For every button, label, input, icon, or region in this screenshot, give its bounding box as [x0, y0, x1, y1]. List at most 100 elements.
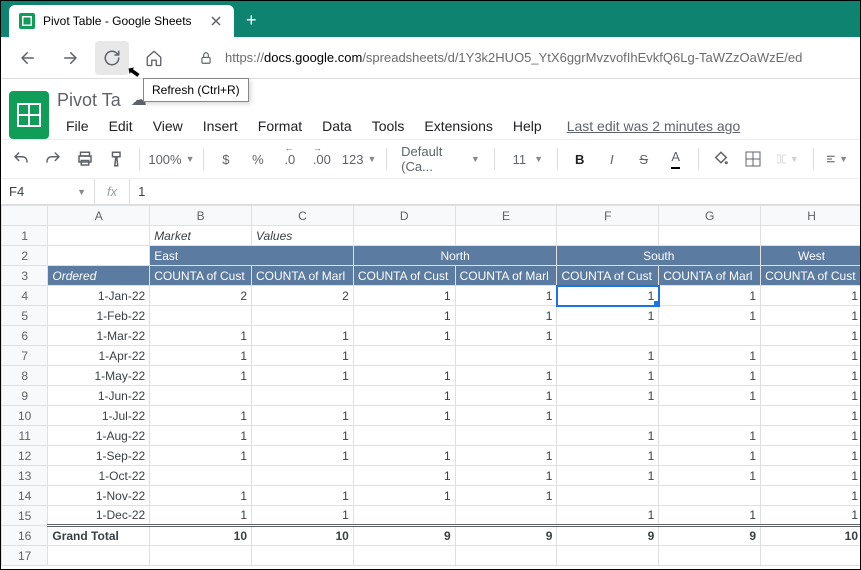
cell[interactable] [761, 546, 860, 566]
cell[interactable] [659, 226, 761, 246]
borders-button[interactable] [739, 145, 767, 173]
decrease-decimal[interactable]: ←.0 [276, 145, 304, 173]
strike-button[interactable]: S [630, 145, 658, 173]
align-button[interactable]: ▼ [821, 145, 854, 173]
cell[interactable]: 2 [150, 286, 252, 306]
cell[interactable] [557, 326, 659, 346]
cell[interactable]: 1 [353, 406, 455, 426]
cell[interactable]: 1 [659, 306, 761, 326]
cell[interactable]: 1 [761, 406, 860, 426]
menu-file[interactable]: File [57, 116, 98, 136]
cell[interactable]: 1 [557, 446, 659, 466]
cell[interactable]: 1 [761, 366, 860, 386]
cell[interactable]: 1 [150, 506, 252, 526]
cell[interactable]: 1 [455, 446, 557, 466]
paint-format-button[interactable] [103, 145, 131, 173]
cell[interactable]: 1 [557, 386, 659, 406]
cell[interactable]: 1 [150, 486, 252, 506]
cell[interactable]: 1 [353, 446, 455, 466]
cell[interactable] [455, 546, 557, 566]
cell[interactable]: 1 [252, 446, 354, 466]
zoom-select[interactable]: 100%▼ [148, 145, 195, 173]
cell[interactable]: 1 [761, 286, 860, 306]
cell[interactable]: 1 [761, 306, 860, 326]
format-percent[interactable]: % [244, 145, 272, 173]
cell[interactable]: Market [150, 226, 252, 246]
cell[interactable]: 1 [659, 446, 761, 466]
cell[interactable]: 1 [761, 426, 860, 446]
format-currency[interactable]: $ [212, 145, 240, 173]
cell[interactable]: 1 [557, 466, 659, 486]
merge-button[interactable]: ▼ [771, 145, 805, 173]
cell[interactable]: 1 [761, 486, 860, 506]
pivot-value-header[interactable]: COUNTA of Marl [455, 266, 557, 286]
cell[interactable]: 1-Apr-22 [48, 346, 150, 366]
row-header[interactable]: 8 [2, 366, 48, 386]
cell[interactable]: 1 [761, 466, 860, 486]
cell[interactable] [252, 386, 354, 406]
cell[interactable]: 1 [252, 406, 354, 426]
cell[interactable]: 1 [761, 506, 860, 526]
cell[interactable]: 1 [659, 386, 761, 406]
cell[interactable]: 1 [659, 466, 761, 486]
sheets-logo[interactable] [9, 91, 49, 139]
row-header[interactable]: 15 [2, 506, 48, 526]
cell[interactable]: 1 [557, 506, 659, 526]
cell[interactable]: 1 [353, 466, 455, 486]
cell[interactable]: 1 [150, 446, 252, 466]
row-header[interactable]: 13 [2, 466, 48, 486]
row-header[interactable]: 6 [2, 326, 48, 346]
row-header[interactable]: 11 [2, 426, 48, 446]
cell[interactable] [557, 406, 659, 426]
cell[interactable]: 1 [252, 426, 354, 446]
menu-data[interactable]: Data [313, 116, 361, 136]
undo-button[interactable] [7, 145, 35, 173]
back-button[interactable] [11, 41, 45, 75]
menu-insert[interactable]: Insert [194, 116, 247, 136]
cell[interactable]: 9 [353, 526, 455, 546]
cell[interactable]: 1-Aug-22 [48, 426, 150, 446]
col-header[interactable]: C [252, 206, 354, 226]
doc-title[interactable]: Pivot Ta [57, 90, 121, 111]
pivot-ordered-header[interactable]: Ordered [48, 266, 150, 286]
menu-format[interactable]: Format [249, 116, 311, 136]
cell[interactable]: 1-Oct-22 [48, 466, 150, 486]
italic-button[interactable]: I [598, 145, 626, 173]
cell[interactable]: 1 [761, 326, 860, 346]
menu-edit[interactable]: Edit [100, 116, 142, 136]
font-size-select[interactable]: 11▼ [503, 145, 549, 173]
cell[interactable]: 1 [252, 326, 354, 346]
cell[interactable]: Values [252, 226, 354, 246]
cell[interactable] [353, 346, 455, 366]
cell[interactable] [252, 306, 354, 326]
browser-tab[interactable]: Pivot Table - Google Sheets [9, 5, 234, 37]
cell[interactable] [150, 386, 252, 406]
cell[interactable] [353, 226, 455, 246]
col-header[interactable]: B [150, 206, 252, 226]
home-button[interactable] [137, 41, 171, 75]
cell[interactable]: 1 [252, 366, 354, 386]
grand-total-label[interactable]: Grand Total [48, 526, 150, 546]
redo-button[interactable] [39, 145, 67, 173]
cell[interactable]: 1-Mar-22 [48, 326, 150, 346]
cell[interactable] [252, 466, 354, 486]
pivot-value-header[interactable]: COUNTA of Marl [659, 266, 761, 286]
cell-reference[interactable]: F4▼ [1, 179, 95, 204]
cell[interactable] [557, 486, 659, 506]
pivot-value-header[interactable]: COUNTA of Cust [353, 266, 455, 286]
cell[interactable] [353, 426, 455, 446]
cell[interactable]: 1 [353, 306, 455, 326]
row-header[interactable]: 9 [2, 386, 48, 406]
cell[interactable] [455, 226, 557, 246]
text-color-button[interactable]: A [662, 145, 690, 173]
cell[interactable] [659, 406, 761, 426]
menu-help[interactable]: Help [504, 116, 551, 136]
cell[interactable]: 1 [557, 366, 659, 386]
cell[interactable] [48, 246, 150, 266]
pivot-region-header[interactable]: South [557, 246, 761, 266]
cell[interactable]: 1 [150, 326, 252, 346]
close-tab-button[interactable] [208, 13, 224, 29]
cell[interactable]: 1 [557, 306, 659, 326]
cell[interactable]: 1-Jun-22 [48, 386, 150, 406]
menu-view[interactable]: View [144, 116, 192, 136]
